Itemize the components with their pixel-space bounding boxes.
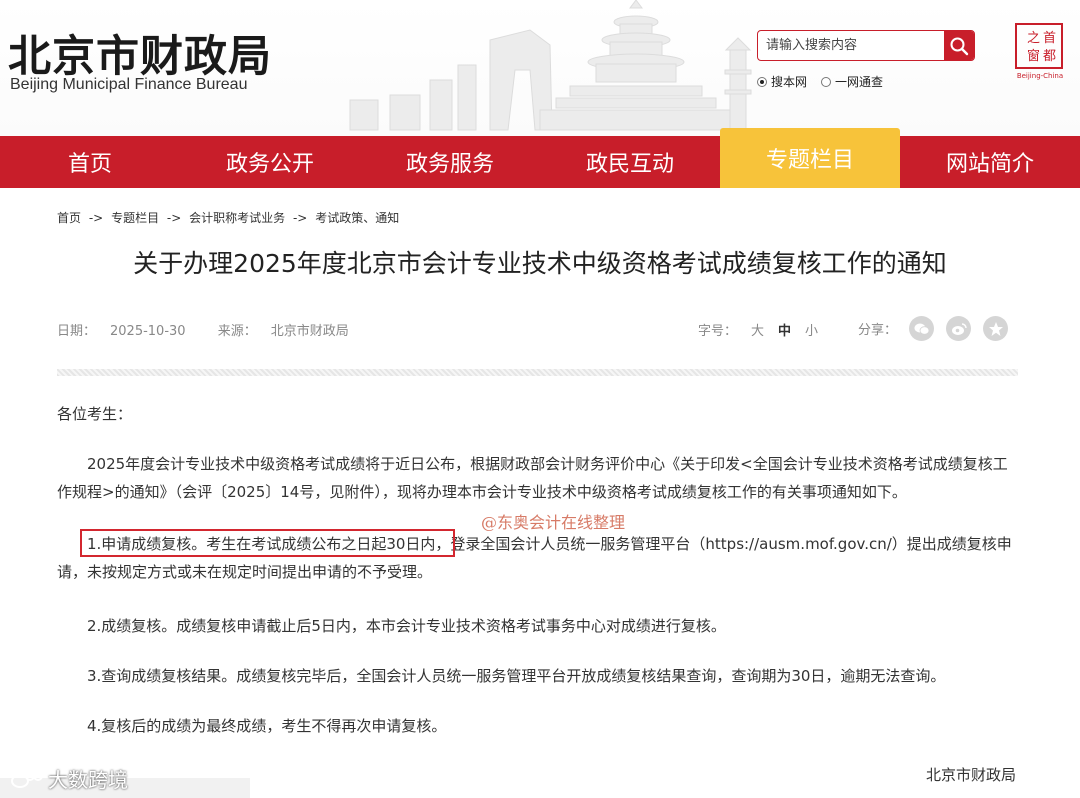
article-date: 2025-10-30 (110, 324, 186, 339)
share-bar: 分享： (858, 316, 1009, 341)
svg-text:之: 之 (1027, 31, 1040, 46)
breadcrumb-sep: -> (292, 211, 308, 225)
share-label: 分享： (858, 323, 898, 338)
nav-item-interaction[interactable]: 政民互动 (540, 136, 720, 188)
share-favorite-button[interactable] (983, 316, 1009, 341)
scope-option-all[interactable]: 一网通查 (821, 73, 883, 90)
breadcrumb-sep: -> (166, 211, 182, 225)
radio-checked-icon (757, 76, 767, 87)
svg-text:窗: 窗 (1027, 48, 1040, 64)
nav-item-gov-service[interactable]: 政务服务 (360, 136, 540, 188)
content-divider (57, 369, 1018, 376)
beijing-skyline-illustration (349, 0, 752, 131)
site-logo-cn[interactable]: 北京市财政局 (8, 22, 272, 84)
svg-text:首: 首 (1043, 31, 1056, 46)
share-weibo-button[interactable] (946, 316, 972, 341)
article-source: 北京市财政局 (270, 324, 349, 339)
search-input[interactable] (758, 31, 944, 60)
breadcrumb-sep: -> (88, 211, 104, 225)
article-signature: 北京市财政局 (926, 766, 1017, 784)
date-label: 日期： (57, 324, 97, 339)
breadcrumb-accounting-exam[interactable]: 会计职称考试业务 (189, 211, 285, 225)
article-paragraph: 2025年度会计专业技术中级资格考试成绩将于近日公布，根据财政部会计财务评价中心… (57, 455, 1008, 501)
radio-unchecked-icon (821, 76, 832, 87)
svg-text:Beijing-China: Beijing-China (1017, 72, 1063, 80)
article-salutation: 各位考生： (57, 405, 133, 423)
font-size-large[interactable]: 大 (751, 320, 764, 339)
article-paragraph: 3.查询成绩复核结果。成绩复核完毕后，全国会计人员统一服务管理平台开放成绩复核结… (87, 667, 946, 685)
article-meta: 日期： 2025-10-30 来源： 北京市财政局 (57, 320, 377, 339)
wechat-icon (914, 323, 929, 335)
weibo-logo-icon (11, 770, 43, 788)
font-size-label: 字号： (698, 324, 738, 339)
capital-window-seal-logo[interactable]: 之 首 窗 都 Beijing-China (1012, 22, 1068, 82)
search-box (757, 30, 975, 61)
annotation-highlight-box (80, 529, 455, 557)
font-size-small[interactable]: 小 (805, 320, 818, 339)
search-scope: 搜本网 一网通查 (757, 73, 883, 90)
nav-item-special-topics[interactable]: 专题栏目 (720, 128, 900, 188)
article-paragraph: 4.复核后的成绩为最终成绩，考生不得再次申请复核。 (87, 717, 447, 735)
search-icon (950, 37, 969, 55)
star-icon (988, 321, 1003, 336)
watermark-dongao: @东奥会计在线整理 (481, 513, 626, 532)
site-logo-en: Beijing Municipal Finance Bureau (10, 76, 248, 93)
watermark-corner: 大数跨境 (10, 764, 128, 793)
article-paragraph: 2.成绩复核。成绩复核申请截止后5日内，本市会计专业技术资格考试事务中心对成绩进… (87, 617, 726, 635)
breadcrumb-home[interactable]: 首页 (57, 211, 81, 225)
breadcrumb-exam-policy[interactable]: 考试政策、通知 (315, 211, 399, 225)
weibo-icon (951, 322, 967, 335)
font-size-selector: 字号： 大 中 小 (698, 320, 818, 339)
article-title: 关于办理2025年度北京市会计专业技术中级资格考试成绩复核工作的通知 (133, 249, 947, 278)
svg-text:都: 都 (1043, 49, 1056, 64)
nav-item-about[interactable]: 网站简介 (900, 136, 1080, 188)
site-header: 北京市财政局 Beijing Municipal Finance Bureau (0, 0, 1080, 136)
main-nav: 首页 政务公开 政务服务 政民互动 专题栏目 网站简介 (0, 128, 1080, 188)
source-label: 来源： (217, 324, 257, 339)
nav-item-gov-open[interactable]: 政务公开 (180, 136, 360, 188)
breadcrumb: 首页 -> 专题栏目 -> 会计职称考试业务 -> 考试政策、通知 (57, 209, 403, 226)
nav-item-home[interactable]: 首页 (0, 136, 180, 188)
breadcrumb-special-topics[interactable]: 专题栏目 (111, 211, 159, 225)
search-button[interactable] (944, 31, 974, 60)
font-size-medium[interactable]: 中 (778, 320, 791, 339)
share-wechat-button[interactable] (909, 316, 935, 341)
scope-option-site[interactable]: 搜本网 (757, 73, 807, 90)
